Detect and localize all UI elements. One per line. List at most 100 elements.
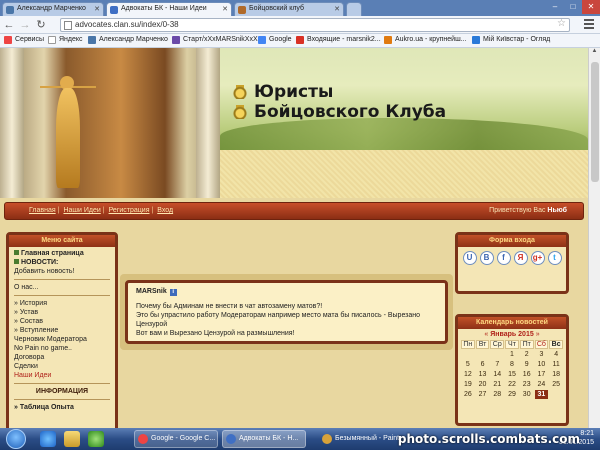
bookmark-vk-profile[interactable]: Александр Марченко: [88, 36, 168, 44]
calendar-day[interactable]: 18: [549, 370, 563, 379]
user-info-icon[interactable]: i: [169, 289, 177, 296]
calendar-day[interactable]: 30: [520, 390, 534, 399]
calendar-day[interactable]: 23: [520, 380, 534, 389]
ucoz-icon[interactable]: U: [462, 251, 477, 265]
calendar-day[interactable]: 12: [461, 370, 475, 379]
calendar-day[interactable]: 2: [520, 350, 534, 359]
new-tab-button[interactable]: [346, 2, 362, 16]
calendar-day[interactable]: 8: [505, 360, 519, 369]
calendar-day[interactable]: 5: [461, 360, 475, 369]
bookmark-gmail[interactable]: Входящие - marsnik2...: [296, 36, 381, 44]
explorer-folder-icon[interactable]: [64, 431, 80, 447]
internet-explorer-icon[interactable]: [40, 431, 56, 447]
taskbar-item-google[interactable]: Google - Google C...: [134, 430, 218, 448]
fight-club-favicon-icon: [238, 6, 246, 14]
bookmark-aukro[interactable]: Aukro.ua - крупнейш...: [384, 36, 467, 44]
calendar-day[interactable]: 26: [461, 390, 475, 399]
calendar-day[interactable]: 28: [490, 390, 504, 399]
yandex-icon[interactable]: Я: [513, 251, 528, 265]
scroll-up-icon[interactable]: ▲: [589, 48, 600, 58]
menu-item-our-ideas[interactable]: Наши Идеи: [14, 371, 110, 380]
calendar-day[interactable]: 14: [490, 370, 504, 379]
calendar-day[interactable]: 4: [549, 350, 563, 359]
calendar-day[interactable]: 16: [520, 370, 534, 379]
next-month-button[interactable]: »: [536, 331, 540, 338]
menu-item-news[interactable]: НОВОСТИ:: [14, 258, 110, 267]
calendar-day[interactable]: 13: [476, 370, 490, 379]
bookmark-apps[interactable]: Сервисы: [4, 36, 44, 44]
start-button[interactable]: [6, 429, 26, 449]
calendar-day[interactable]: 20: [476, 380, 490, 389]
tab-close-icon[interactable]: ✕: [222, 5, 228, 13]
tab-close-icon[interactable]: ✕: [94, 5, 100, 13]
tab-close-icon[interactable]: ✕: [334, 5, 340, 13]
taskbar-item-advocates[interactable]: Адвокаты БК - Н...: [222, 430, 306, 448]
site-navbar: Главная | Наши Идеи | Регистрация | Вход Пр…: [4, 202, 584, 220]
calendar-day[interactable]: 24: [535, 380, 549, 389]
vk-icon[interactable]: В: [479, 251, 494, 265]
menu-item-moderator-draft[interactable]: Черновик Модератора: [14, 335, 110, 344]
media-player-icon[interactable]: [88, 431, 104, 447]
menu-item-no-pain[interactable]: No Pain no game..: [14, 344, 110, 353]
bookmark-kyivstar[interactable]: Мій Київстар - Огляд: [472, 36, 550, 44]
calendar-day[interactable]: 10: [535, 360, 549, 369]
menu-item-history[interactable]: » История: [14, 299, 110, 308]
calendar-day[interactable]: 3: [535, 350, 549, 359]
aukro-icon: [384, 36, 392, 44]
google-plus-icon[interactable]: g+: [530, 251, 545, 265]
tab-fight-club[interactable]: Бойцовский клуб ✕: [234, 2, 344, 16]
nav-ideas-link[interactable]: Наши Идеи: [63, 207, 100, 214]
menu-item-home[interactable]: Главная страница: [14, 249, 110, 258]
tab-advocates[interactable]: Адвокаты БК - Наши Идеи ✕: [106, 2, 232, 16]
bookmark-star-icon[interactable]: ☆: [557, 18, 566, 30]
square-icon: [14, 250, 19, 255]
maximize-icon[interactable]: □: [564, 0, 582, 14]
calendar-day[interactable]: 22: [505, 380, 519, 389]
prev-month-button[interactable]: «: [484, 331, 488, 338]
menu-item-members[interactable]: » Состав: [14, 317, 110, 326]
nav-home-link[interactable]: Главная: [29, 207, 56, 214]
nav-register-link[interactable]: Регистрация: [109, 207, 150, 214]
calendar-day[interactable]: 6: [476, 360, 490, 369]
apps-grid-icon: [4, 36, 12, 44]
calendar-day[interactable]: 15: [505, 370, 519, 379]
bookmark-google[interactable]: Google: [258, 36, 292, 44]
scrollbar-thumb[interactable]: [591, 62, 599, 182]
calendar-day[interactable]: 9: [520, 360, 534, 369]
menu-item-joining[interactable]: » Вступление: [14, 326, 110, 335]
bookmark-yandex[interactable]: Яндекс: [48, 36, 83, 44]
address-bar[interactable]: advocates.clan.su/index/0-38 ☆: [60, 18, 570, 32]
back-arrow-icon[interactable]: ←: [2, 18, 16, 32]
reload-icon[interactable]: ↻: [34, 18, 48, 32]
bookmark-start[interactable]: Старт/xXxMARSnikXxX: [172, 36, 258, 44]
menu-item-deals[interactable]: Сделки: [14, 362, 110, 371]
calendar-day[interactable]: 21: [490, 380, 504, 389]
calendar-day[interactable]: 1: [505, 350, 519, 359]
author-name[interactable]: MARSnik: [136, 288, 167, 295]
calendar-day[interactable]: 25: [549, 380, 563, 389]
menu-item-charter[interactable]: » Устав: [14, 308, 110, 317]
minimize-icon[interactable]: –: [546, 0, 564, 14]
page-icon: [64, 21, 72, 30]
close-window-icon[interactable]: ✕: [582, 0, 600, 14]
vk-favicon-icon: [6, 6, 14, 14]
twitter-icon[interactable]: t: [547, 251, 562, 265]
calendar-day[interactable]: 29: [505, 390, 519, 399]
forward-arrow-icon[interactable]: →: [18, 18, 32, 32]
nav-login-link[interactable]: Вход: [157, 207, 173, 214]
calendar-day[interactable]: 11: [549, 360, 563, 369]
page-scrollbar[interactable]: ▲: [588, 48, 600, 428]
menu-item-add-news[interactable]: Добавить новость!: [14, 267, 110, 276]
calendar-day[interactable]: 27: [476, 390, 490, 399]
calendar-day[interactable]: 17: [535, 370, 549, 379]
calendar-day[interactable]: 19: [461, 380, 475, 389]
facebook-icon[interactable]: f: [496, 251, 511, 265]
tab-vk[interactable]: Александр Марченко ✕: [2, 2, 104, 16]
menu-item-experience-table[interactable]: » Таблица Опыта: [14, 403, 110, 412]
calendar-day-today[interactable]: 31: [534, 390, 549, 399]
calendar-day[interactable]: 7: [490, 360, 504, 369]
menu-item-about[interactable]: О нас...: [14, 283, 110, 292]
calendar-month: Январь 2015: [490, 331, 534, 338]
menu-item-contracts[interactable]: Договора: [14, 353, 110, 362]
hamburger-menu-icon[interactable]: [584, 19, 594, 30]
